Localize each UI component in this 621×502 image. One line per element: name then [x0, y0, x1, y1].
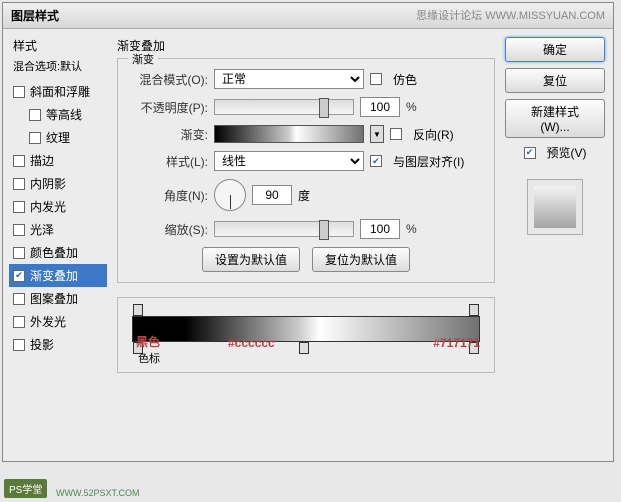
sidebar-item-label: 内阴影 — [30, 175, 66, 192]
sidebar-title[interactable]: 样式 — [9, 35, 107, 56]
sidebar-item-label: 图案叠加 — [30, 290, 78, 307]
reset-default-button[interactable]: 复位为默认值 — [312, 247, 410, 272]
gradient-editor: 黑色 #cccccc #717171 色标 — [117, 297, 495, 373]
scale-slider[interactable] — [214, 221, 354, 237]
preview-label: 预览(V) — [547, 144, 587, 161]
style-checkbox[interactable] — [29, 109, 41, 121]
pct-1: % — [406, 100, 417, 114]
cancel-button[interactable]: 复位 — [505, 68, 605, 93]
sidebar-item[interactable]: 光泽 — [9, 218, 107, 241]
stop3-label: #717171 — [433, 336, 480, 350]
color-stop-2[interactable] — [299, 342, 309, 354]
style-checkbox[interactable] — [13, 201, 25, 213]
sidebar-item-label: 外发光 — [30, 313, 66, 330]
blend-label: 混合模式(O): — [130, 71, 208, 88]
reverse-label: 反向(R) — [413, 126, 454, 143]
sidebar-item[interactable]: 外发光 — [9, 310, 107, 333]
sidebar-item[interactable]: 渐变叠加 — [9, 264, 107, 287]
footer-logo: PS学堂 — [4, 479, 47, 498]
gradient-preview[interactable] — [214, 125, 364, 143]
sidebar-item-label: 斜面和浮雕 — [30, 83, 90, 100]
sidebar-item[interactable]: 内阴影 — [9, 172, 107, 195]
sidebar-item-label: 颜色叠加 — [30, 244, 78, 261]
sidebar-item-label: 渐变叠加 — [30, 267, 78, 284]
sidebar-item-label: 纹理 — [46, 129, 70, 146]
dither-checkbox[interactable] — [370, 73, 382, 85]
angle-label: 角度(N): — [130, 187, 208, 204]
dither-label: 仿色 — [393, 71, 417, 88]
footer-url: WWW.52PSXT.COM — [56, 488, 140, 498]
window-title: 图层样式 — [11, 7, 59, 24]
panel-title: 渐变叠加 — [117, 37, 495, 54]
style-checkbox[interactable] — [13, 339, 25, 351]
preview-thumbnail — [527, 179, 583, 235]
sidebar-item[interactable]: 颜色叠加 — [9, 241, 107, 264]
opacity-slider[interactable] — [214, 99, 354, 115]
style-label: 样式(L): — [130, 153, 208, 170]
opacity-label: 不透明度(P): — [130, 99, 208, 116]
sidebar-item[interactable]: 内发光 — [9, 195, 107, 218]
pct-2: % — [406, 222, 417, 236]
opacity-stop-right[interactable] — [469, 304, 479, 316]
set-default-button[interactable]: 设置为默认值 — [202, 247, 300, 272]
style-checkbox[interactable] — [13, 293, 25, 305]
sidebar-item[interactable]: 斜面和浮雕 — [9, 80, 107, 103]
reverse-checkbox[interactable] — [390, 128, 402, 140]
blend-mode-select[interactable]: 正常 — [214, 69, 364, 89]
opacity-stop-left[interactable] — [133, 304, 143, 316]
ok-button[interactable]: 确定 — [505, 37, 605, 62]
style-checkbox[interactable] — [13, 86, 25, 98]
style-checkbox[interactable] — [13, 224, 25, 236]
watermark: 思缘设计论坛 WWW.MISSYUAN.COM — [416, 7, 605, 24]
style-checkbox[interactable] — [13, 178, 25, 190]
style-checkbox[interactable] — [13, 155, 25, 167]
style-checkbox[interactable] — [29, 132, 41, 144]
align-label: 与图层对齐(I) — [393, 153, 464, 170]
sidebar-item[interactable]: 等高线 — [9, 103, 107, 126]
style-checkbox[interactable] — [13, 247, 25, 259]
angle-input[interactable] — [252, 185, 292, 205]
sidebar-item-label: 光泽 — [30, 221, 54, 238]
style-checkbox[interactable] — [13, 316, 25, 328]
stop1-label: 黑色 — [136, 333, 160, 350]
sidebar-item-label: 投影 — [30, 336, 54, 353]
style-checkbox[interactable] — [13, 270, 25, 282]
scale-input[interactable] — [360, 219, 400, 239]
sidebar-item[interactable]: 描边 — [9, 149, 107, 172]
scale-label: 缩放(S): — [130, 221, 208, 238]
fieldset-legend: 渐变 — [128, 51, 158, 67]
sidebar-subtitle[interactable]: 混合选项:默认 — [9, 56, 107, 76]
sidebar-item-label: 等高线 — [46, 106, 82, 123]
sidebar-item-label: 内发光 — [30, 198, 66, 215]
sidebar-item-label: 描边 — [30, 152, 54, 169]
gradient-footer: 色标 — [138, 350, 160, 366]
style-select[interactable]: 线性 — [214, 151, 364, 171]
deg-label: 度 — [298, 187, 310, 204]
sidebar-item[interactable]: 图案叠加 — [9, 287, 107, 310]
gradient-label: 渐变: — [130, 126, 208, 143]
new-style-button[interactable]: 新建样式(W)... — [505, 99, 605, 138]
sidebar-item[interactable]: 投影 — [9, 333, 107, 356]
gradient-bar[interactable] — [132, 316, 480, 342]
opacity-input[interactable] — [360, 97, 400, 117]
sidebar-item[interactable]: 纹理 — [9, 126, 107, 149]
styles-sidebar: 样式 混合选项:默认 斜面和浮雕等高线纹理描边内阴影内发光光泽颜色叠加渐变叠加图… — [3, 29, 113, 461]
angle-dial[interactable] — [214, 179, 246, 211]
align-checkbox[interactable] — [370, 155, 382, 167]
gradient-dropdown-icon[interactable]: ▼ — [370, 125, 384, 143]
stop2-label: #cccccc — [228, 336, 275, 350]
preview-checkbox[interactable] — [524, 147, 536, 159]
